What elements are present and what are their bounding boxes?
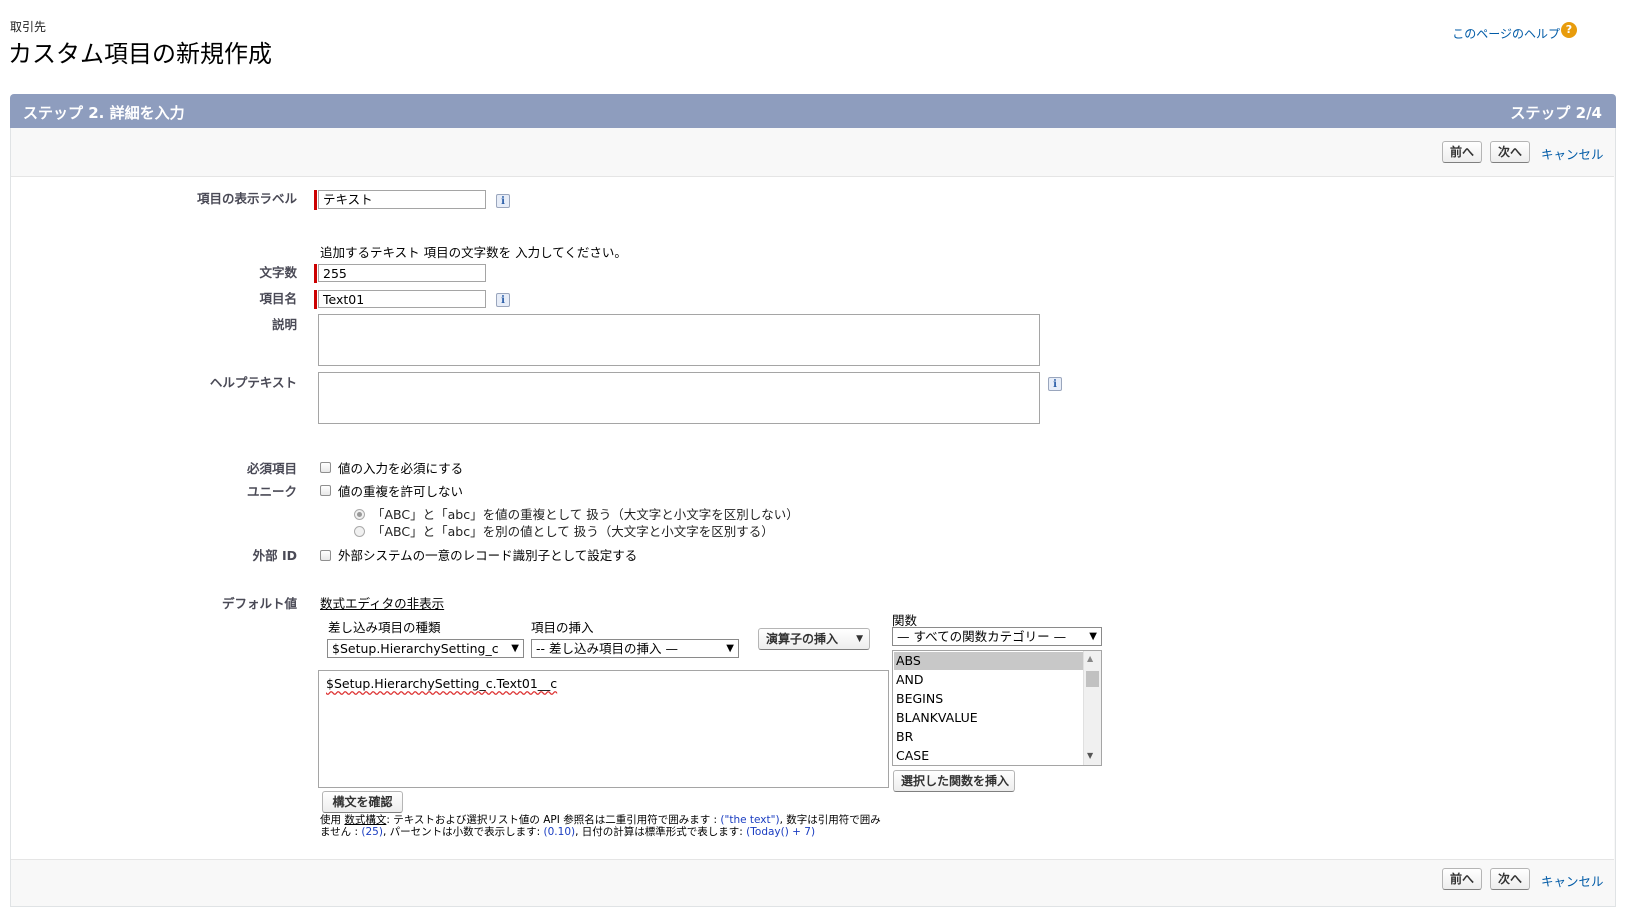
- insert-field-select[interactable]: -- 差し込み項目の挿入 — ▼: [531, 639, 739, 658]
- insert-operator-button[interactable]: 演算子の挿入 ▼: [758, 628, 870, 650]
- case-insensitive-radio[interactable]: [354, 509, 365, 520]
- scroll-up-icon[interactable]: ▲: [1087, 654, 1093, 663]
- formula-textarea[interactable]: $Setup.HierarchySetting_c.Text01__c: [318, 670, 889, 788]
- required-checkbox[interactable]: [320, 462, 331, 473]
- next-button-bottom[interactable]: 次へ: [1490, 868, 1530, 890]
- required-label: 必須項目: [246, 461, 297, 476]
- step-counter: ステップ 2/4: [1510, 104, 1602, 122]
- next-button-top[interactable]: 次へ: [1490, 141, 1530, 163]
- selected-highlight: [894, 652, 1083, 670]
- function-item[interactable]: BLANKVALUE: [896, 710, 978, 725]
- info-icon[interactable]: i: [496, 194, 510, 208]
- step-title: ステップ 2. 詳細を入力: [23, 104, 185, 122]
- function-category-select[interactable]: — すべての関数カテゴリー — ▼: [892, 627, 1102, 646]
- length-label: 文字数: [259, 265, 297, 280]
- insert-selected-function-button[interactable]: 選択した関数を挿入: [893, 770, 1015, 792]
- function-listbox[interactable]: ABS AND BEGINS BLANKVALUE BR CASE ▲ ▼: [892, 650, 1102, 766]
- chevron-down-icon: ▼: [726, 643, 734, 654]
- merge-field-type-select[interactable]: $Setup.HierarchySetting_c ▼: [327, 639, 524, 658]
- external-id-checkbox[interactable]: [320, 550, 331, 561]
- cancel-link-bottom[interactable]: キャンセル: [1541, 871, 1604, 890]
- info-icon[interactable]: i: [496, 293, 510, 307]
- function-item[interactable]: CASE: [896, 748, 929, 763]
- required-indicator: [314, 190, 317, 210]
- field-label-input[interactable]: テキスト: [318, 190, 486, 209]
- description-textarea[interactable]: [318, 314, 1040, 366]
- formula-text: $Setup.HierarchySetting_c.Text01__c: [326, 676, 558, 691]
- formula-syntax-note: 使用 数式構文: テキストおよび選択リスト値の API 参照名は二重引用符で囲み…: [320, 814, 881, 838]
- check-syntax-button[interactable]: 構文を確認: [322, 791, 403, 813]
- required-indicator: [314, 290, 317, 309]
- chevron-down-icon: ▼: [1089, 631, 1097, 642]
- function-item[interactable]: BEGINS: [896, 691, 943, 706]
- help-link[interactable]: このページのヘルプ: [1452, 25, 1560, 42]
- description-label: 説明: [271, 317, 297, 332]
- prev-button-bottom[interactable]: 前へ: [1442, 868, 1482, 890]
- external-id-option-label: 外部システムの一意のレコード識別子として設定する: [338, 548, 638, 563]
- scroll-down-icon[interactable]: ▼: [1087, 751, 1093, 760]
- external-id-label: 外部 ID: [252, 548, 297, 563]
- unique-label: ユニーク: [246, 484, 297, 499]
- hide-formula-editor-link[interactable]: 数式エディタの非表示: [320, 593, 444, 612]
- scrollbar-thumb[interactable]: [1086, 671, 1099, 687]
- case-sensitive-label: 「ABC」と「abc」を別の値として 扱う（大文字と小文字を区別する）: [372, 524, 774, 539]
- page-title: カスタム項目の新規作成: [8, 40, 272, 68]
- help-text-textarea[interactable]: [318, 372, 1040, 424]
- insert-field-label: 項目の挿入: [531, 620, 594, 635]
- prev-button-top[interactable]: 前へ: [1442, 141, 1482, 163]
- function-item[interactable]: ABS: [896, 653, 921, 668]
- breadcrumb: 取引先: [10, 20, 47, 34]
- scrollbar[interactable]: ▲ ▼: [1083, 651, 1101, 765]
- formula-syntax-link[interactable]: 数式構文: [344, 814, 386, 826]
- field-name-input[interactable]: Text01: [318, 290, 486, 308]
- merge-field-type-label: 差し込み項目の種類: [328, 620, 441, 635]
- length-input[interactable]: 255: [318, 264, 486, 282]
- field-label-label: 項目の表示ラベル: [196, 191, 297, 206]
- step-header-bar: ステップ 2. 詳細を入力 ステップ 2/4: [10, 94, 1616, 128]
- required-option-label: 値の入力を必須にする: [338, 461, 464, 476]
- unique-checkbox[interactable]: [320, 485, 331, 496]
- unique-option-label: 値の重複を許可しない: [338, 484, 464, 499]
- cancel-link-top[interactable]: キャンセル: [1541, 144, 1604, 163]
- required-indicator: [314, 264, 317, 283]
- help-text-label: ヘルプテキスト: [209, 375, 297, 390]
- case-sensitive-radio[interactable]: [354, 526, 365, 537]
- help-icon[interactable]: ?: [1561, 22, 1577, 38]
- function-item[interactable]: BR: [896, 729, 913, 744]
- chevron-down-icon: ▼: [856, 634, 863, 644]
- info-icon[interactable]: i: [1048, 377, 1062, 391]
- default-value-label: デフォルト値: [221, 596, 297, 611]
- length-hint: 追加するテキスト 項目の文字数を 入力してください。: [320, 245, 627, 260]
- chevron-down-icon: ▼: [511, 643, 519, 654]
- field-name-label: 項目名: [259, 291, 297, 306]
- function-item[interactable]: AND: [896, 672, 924, 687]
